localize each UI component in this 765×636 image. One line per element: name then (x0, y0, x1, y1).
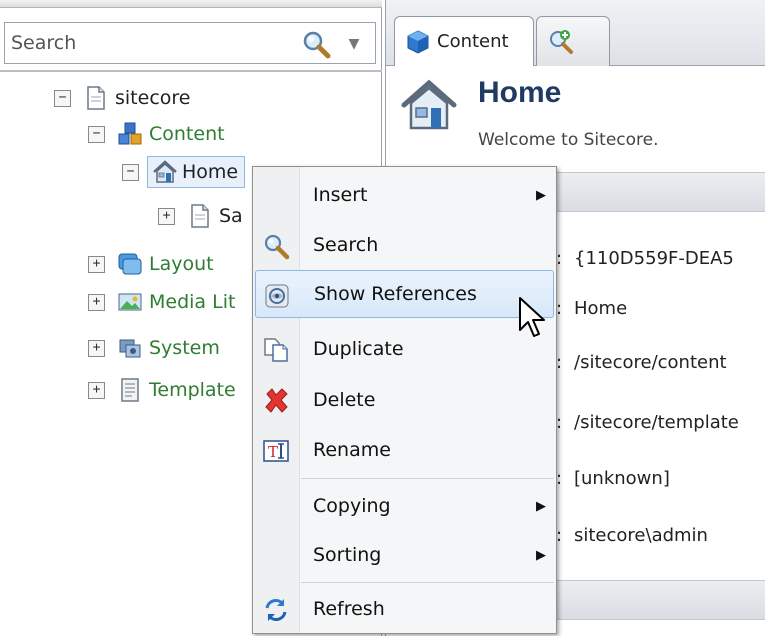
menu-item-label: Sorting (313, 544, 382, 566)
tab-label: Content (437, 31, 509, 52)
menu-item-delete[interactable]: Delete (255, 376, 554, 424)
menu-item-refresh[interactable]: Refresh (255, 585, 554, 633)
menu-item-label: Delete (313, 389, 376, 411)
home-icon (401, 79, 457, 130)
tab-add-new[interactable] (536, 16, 610, 66)
menu-item-insert[interactable]: Insert ▶ (255, 171, 554, 219)
content-cubes-icon (118, 122, 142, 145)
tree-item-content[interactable]: − Content (88, 116, 225, 152)
menu-separator (301, 582, 554, 583)
tree-item-label: System (149, 337, 220, 359)
menu-item-label: Search (313, 234, 379, 256)
tree-item-home[interactable]: − Home (122, 154, 246, 190)
page-title: Home (478, 76, 562, 109)
template-icon (121, 378, 139, 402)
menu-item-label: Rename (313, 439, 391, 461)
cube-icon (407, 29, 429, 54)
menu-item-label: Show References (314, 283, 477, 305)
menu-item-label: Duplicate (313, 338, 404, 360)
collapse-icon[interactable]: − (122, 163, 139, 181)
tree-item-templates[interactable]: + Template (88, 372, 236, 408)
system-icon (119, 339, 141, 358)
layout-icon (118, 253, 142, 275)
tree-item-label: Layout (149, 253, 214, 275)
divider (0, 70, 382, 72)
tree-item-label: sitecore (115, 87, 191, 109)
tab-strip: Content (386, 0, 765, 66)
field-value: sitecore\admin (574, 525, 708, 546)
submenu-arrow-icon: ▶ (536, 498, 546, 514)
svg-text:T: T (268, 443, 278, 461)
tree-item-label: Template (149, 379, 236, 401)
submenu-arrow-icon: ▶ (536, 547, 546, 563)
menu-separator (301, 478, 554, 479)
field-value: /sitecore/content (574, 352, 727, 373)
field-value: /sitecore/template (574, 412, 739, 433)
menu-item-show-references[interactable]: Show References (255, 270, 554, 318)
delete-icon (265, 388, 288, 413)
tree-item-label: Home (182, 161, 239, 183)
submenu-arrow-icon: ▶ (536, 187, 546, 203)
refresh-icon (265, 599, 287, 621)
expand-icon[interactable]: + (158, 207, 175, 225)
mouse-cursor-icon (519, 297, 545, 337)
rename-icon: T (263, 440, 289, 462)
field-value: Home (574, 298, 628, 319)
search-icon (264, 234, 290, 260)
tree-item-media-library[interactable]: + Media Lit (88, 284, 235, 320)
field-value: {110D559F-DEA5 (574, 248, 734, 269)
search-input[interactable]: Search (11, 32, 76, 54)
home-icon (153, 160, 177, 183)
item-header: Home Welcome to Sitecore. (386, 66, 765, 166)
menu-item-search[interactable]: Search (255, 221, 554, 269)
chevron-down-icon[interactable]: ▼ (345, 35, 363, 53)
search-box[interactable]: Search ▼ (4, 22, 376, 64)
collapse-icon[interactable]: − (54, 89, 71, 107)
tree-item-label: Sa (219, 205, 243, 227)
menu-item-label: Insert (313, 184, 368, 206)
tree-item-layout[interactable]: + Layout (88, 246, 214, 282)
tree-item-label: Media Lit (149, 291, 236, 313)
document-icon (87, 86, 105, 110)
references-icon (265, 284, 289, 308)
menu-item-sorting[interactable]: Sorting ▶ (255, 531, 554, 579)
menu-item-duplicate[interactable]: Duplicate (255, 325, 554, 373)
tree-item-sitecore[interactable]: − sitecore (54, 80, 190, 116)
tree-item-sample[interactable]: + Sa (158, 198, 243, 234)
expand-icon[interactable]: + (88, 255, 105, 273)
page-subtitle: Welcome to Sitecore. (478, 130, 659, 150)
pane-top-border (0, 0, 382, 8)
field-value: [unknown] (574, 468, 670, 489)
expand-icon[interactable]: + (88, 381, 105, 399)
search-add-icon (550, 29, 573, 54)
menu-item-label: Refresh (313, 598, 385, 620)
context-menu: Insert ▶ Search Show References Duplicat… (252, 166, 557, 634)
collapse-icon[interactable]: − (88, 125, 105, 143)
expand-icon[interactable]: + (88, 293, 105, 311)
menu-item-rename[interactable]: T Rename (255, 426, 554, 474)
duplicate-icon (264, 338, 288, 362)
expand-icon[interactable]: + (88, 339, 105, 357)
media-image-icon (118, 293, 142, 311)
menu-item-label: Copying (313, 495, 391, 517)
document-icon (191, 204, 209, 228)
tree-item-system[interactable]: + System (88, 330, 220, 366)
menu-item-copying[interactable]: Copying ▶ (255, 482, 554, 530)
search-icon[interactable] (301, 29, 331, 59)
selected-item-highlight[interactable]: Home (147, 156, 246, 188)
tree-item-label: Content (149, 123, 225, 145)
tab-content[interactable]: Content (394, 16, 534, 66)
